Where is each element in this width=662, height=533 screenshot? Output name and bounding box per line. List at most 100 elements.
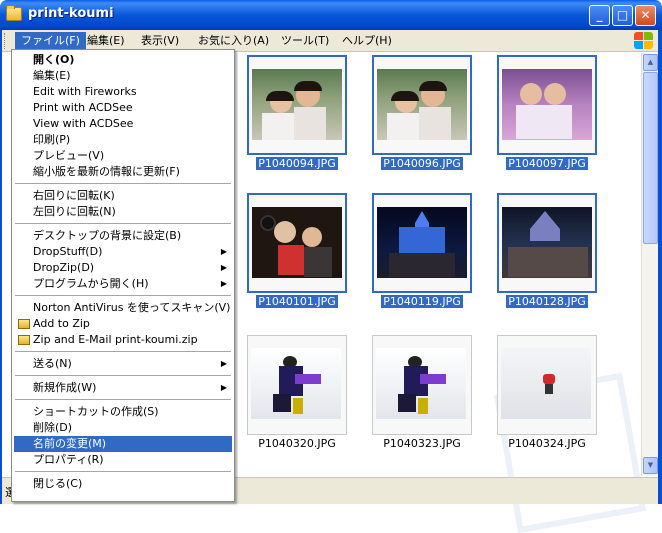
menu-separator	[15, 295, 231, 296]
zip-icon	[18, 335, 30, 345]
thumbnail-filename[interactable]: P1040323.JPG	[372, 436, 472, 451]
file-menu-item-label: Add to Zip	[33, 317, 90, 330]
thumbnail-filename[interactable]: P1040096.JPG	[372, 156, 472, 171]
file-menu-item-label: 削除(D)	[33, 421, 73, 434]
file-menu-item[interactable]: デスクトップの背景に設定(B)	[14, 228, 232, 244]
thumbnail-p1040128[interactable]	[497, 193, 597, 293]
menu-separator	[15, 183, 231, 184]
zip-icon	[18, 319, 30, 329]
file-menu-item-label: 印刷(P)	[33, 133, 71, 146]
file-menu-item[interactable]: 新規作成(W) ▶	[14, 380, 232, 396]
file-menu-item-label: 編集(E)	[33, 69, 71, 82]
menu-edit[interactable]: 編集(E)	[81, 32, 131, 50]
file-menu-item[interactable]: 削除(D)	[14, 420, 232, 436]
file-menu-item[interactable]: 左回りに回転(N)	[14, 204, 232, 220]
thumbnail-photo	[502, 207, 592, 278]
menu-separator	[15, 399, 231, 400]
submenu-arrow-icon: ▶	[220, 279, 227, 288]
file-menu-item-label: デスクトップの背景に設定(B)	[33, 229, 182, 242]
file-menu-item-label: 送る(N)	[33, 357, 72, 370]
file-menu-item[interactable]: プロパティ(R)	[14, 452, 232, 468]
file-menu-item[interactable]: 印刷(P)	[14, 132, 232, 148]
menu-separator	[15, 351, 231, 352]
thumbnail-filename[interactable]: P1040320.JPG	[247, 436, 347, 451]
windows-logo-icon	[632, 31, 654, 51]
submenu-arrow-icon: ▶	[220, 359, 227, 368]
menu-view[interactable]: 表示(V)	[135, 32, 185, 50]
file-menu-item[interactable]: 開く(O)	[14, 52, 232, 68]
file-menu-item[interactable]: 右回りに回転(K)	[14, 188, 232, 204]
file-menu-item-label: 左回りに回転(N)	[33, 205, 116, 218]
thumbnail-filename[interactable]: P1040128.JPG	[497, 294, 597, 309]
file-menu-item[interactable]: 名前の変更(M)	[14, 436, 232, 452]
thumbnail-p1040097[interactable]	[497, 55, 597, 155]
thumbnail-filename[interactable]: P1040101.JPG	[247, 294, 347, 309]
thumbnail-photo	[252, 69, 342, 140]
submenu-arrow-icon: ▶	[220, 247, 227, 256]
file-menu-item[interactable]: プログラムから開く(H) ▶	[14, 276, 232, 292]
thumbnail-photo	[252, 207, 342, 278]
submenu-arrow-icon: ▶	[220, 383, 227, 392]
file-menu-item-label: 閉じる(C)	[33, 477, 83, 490]
thumbnail-photo	[502, 69, 592, 140]
file-menu-item[interactable]: ショートカットの作成(S)	[14, 404, 232, 420]
file-menu-dropdown: 開く(O) 編集(E) Edit with Fireworks Print with …	[11, 49, 235, 502]
file-menu-item-label: DropZip(D)	[33, 261, 95, 274]
thumbnail-photo	[377, 69, 467, 140]
thumbnail-p1040320[interactable]	[247, 335, 347, 435]
menu-help[interactable]: ヘルプ(H)	[336, 32, 398, 50]
file-menu-item[interactable]: 閉じる(C)	[14, 476, 232, 492]
thumbnail-p1040101[interactable]	[247, 193, 347, 293]
file-menu-item[interactable]: DropStuff(D) ▶	[14, 244, 232, 260]
thumbnail-p1040096[interactable]	[372, 55, 472, 155]
file-menu-item-label: Zip and E-Mail print-koumi.zip	[33, 333, 198, 346]
scroll-up-button[interactable]: ▲	[643, 54, 658, 71]
minimize-button[interactable]: _	[589, 5, 610, 26]
thumbnail-p1040323[interactable]	[372, 335, 472, 435]
menu-separator	[15, 471, 231, 472]
thumbnail-photo	[376, 348, 466, 419]
file-menu-item-label: プログラムから開く(H)	[33, 277, 149, 290]
toolbar-grip[interactable]	[4, 33, 7, 49]
scroll-down-button[interactable]: ▼	[643, 457, 658, 474]
thumbnail-filename[interactable]: P1040324.JPG	[497, 436, 597, 451]
vertical-scrollbar[interactable]: ▲ ▼	[641, 53, 658, 476]
maximize-button[interactable]: □	[612, 5, 633, 26]
file-menu-item-label: 右回りに回転(K)	[33, 189, 115, 202]
file-menu-item[interactable]: Print with ACDSee	[14, 100, 232, 116]
thumbnail-photo	[501, 348, 591, 419]
file-menu-item-label: 新規作成(W)	[33, 381, 97, 394]
thumbnail-photo	[377, 207, 467, 278]
menu-file[interactable]: ファイル(F)	[15, 32, 86, 50]
file-menu-item-label: ショートカットの作成(S)	[33, 405, 159, 418]
scroll-thumb[interactable]	[643, 72, 658, 244]
menu-favorites[interactable]: お気に入り(A)	[192, 32, 275, 50]
file-menu-item[interactable]: Add to Zip	[14, 316, 232, 332]
thumbnail-filename[interactable]: P1040119.JPG	[372, 294, 472, 309]
title-bar[interactable]: print-koumi _ □ ✕	[0, 0, 662, 30]
file-menu-item-label: 縮小版を最新の情報に更新(F)	[33, 165, 180, 178]
window-title: print-koumi	[28, 6, 114, 21]
file-menu-item-label: プロパティ(R)	[33, 453, 104, 466]
close-button[interactable]: ✕	[635, 5, 656, 26]
menu-separator	[15, 375, 231, 376]
file-menu-item[interactable]: 縮小版を最新の情報に更新(F)	[14, 164, 232, 180]
file-menu-item[interactable]: 編集(E)	[14, 68, 232, 84]
submenu-arrow-icon: ▶	[220, 263, 227, 272]
file-menu-item[interactable]: Norton AntiVirus を使ってスキャン(V)	[14, 300, 232, 316]
file-menu-item[interactable]: Zip and E-Mail print-koumi.zip	[14, 332, 232, 348]
file-menu-item[interactable]: プレビュー(V)	[14, 148, 232, 164]
file-menu-item[interactable]: DropZip(D) ▶	[14, 260, 232, 276]
file-menu-item-label: Print with ACDSee	[33, 101, 133, 114]
file-menu-item[interactable]: Edit with Fireworks	[14, 84, 232, 100]
menu-separator	[15, 223, 231, 224]
thumbnail-p1040324[interactable]	[497, 335, 597, 435]
thumbnail-filename[interactable]: P1040094.JPG	[247, 156, 347, 171]
file-menu-item[interactable]: View with ACDSee	[14, 116, 232, 132]
thumbnail-p1040119[interactable]	[372, 193, 472, 293]
menu-tools[interactable]: ツール(T)	[275, 32, 335, 50]
file-menu-item[interactable]: 送る(N) ▶	[14, 356, 232, 372]
thumbnail-filename[interactable]: P1040097.JPG	[497, 156, 597, 171]
file-menu-item-label: 開く(O)	[33, 53, 75, 66]
thumbnail-p1040094[interactable]	[247, 55, 347, 155]
